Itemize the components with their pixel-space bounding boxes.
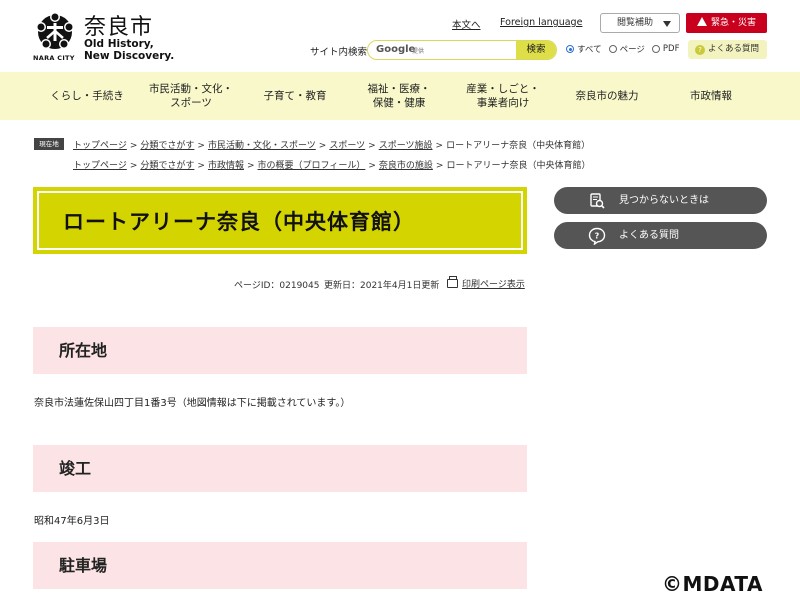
- radio-all-label: すべて: [577, 45, 602, 55]
- nav-item-city-admin[interactable]: 市政情報: [659, 72, 763, 120]
- breadcrumb: トップページ > 分類でさがす > 市政情報 > 市の概要（プロフィール） > 奈良市の施設 > ロ…: [73, 158, 590, 171]
- question-icon: ?: [695, 45, 705, 55]
- section-heading-parking: 駐車場: [33, 542, 527, 589]
- browsing-assist-label: 閲覧補助: [617, 18, 654, 28]
- breadcrumb-link[interactable]: 奈良市の施設: [379, 161, 433, 171]
- breadcrumb-link[interactable]: 市政情報: [208, 161, 244, 171]
- breadcrumb-sep: >: [318, 141, 327, 151]
- breadcrumb-sep: >: [129, 141, 138, 151]
- breadcrumb-sep: >: [197, 161, 205, 171]
- breadcrumb-sep: >: [435, 161, 444, 171]
- section-heading-completion: 竣工: [33, 445, 527, 492]
- logo-city-text: NARA CITY: [33, 54, 75, 62]
- search-button[interactable]: 検索: [516, 41, 556, 59]
- breadcrumb-link[interactable]: 分類でさがす: [140, 141, 194, 151]
- radio-all[interactable]: すべて: [566, 43, 602, 55]
- breadcrumb-link[interactable]: トップページ: [73, 141, 127, 151]
- location-text: 奈良市法蓮佐保山四丁目1番3号（地図情報は下に掲載されています。）: [34, 398, 351, 409]
- logo-tagline-2: New Discovery.: [84, 50, 175, 62]
- radio-all-dot[interactable]: [566, 45, 574, 53]
- logo-name[interactable]: 奈良市: [84, 9, 153, 41]
- breadcrumb-sep: >: [129, 161, 138, 171]
- skip-to-content-link[interactable]: 本文へ: [452, 17, 481, 31]
- foreign-language-link[interactable]: Foreign language: [500, 17, 582, 28]
- breadcrumb-sep: >: [368, 141, 376, 151]
- faq-header-label: よくある質問: [708, 44, 760, 54]
- logo-tagline-1: Old History,: [84, 38, 154, 50]
- updated-date: 更新日：2021年4月1日更新: [324, 281, 440, 291]
- google-provided-text: 提供: [412, 48, 425, 55]
- faq-header-button[interactable]: ? よくある質問: [688, 40, 767, 59]
- breadcrumb-current: ロートアリーナ奈良（中央体育館）: [446, 161, 591, 171]
- breadcrumb-sep: >: [368, 161, 376, 171]
- page-title: ロートアリーナ奈良（中央体育館）: [63, 209, 415, 234]
- nav-item-nara-charm[interactable]: 奈良市の魅力: [555, 72, 659, 120]
- radio-page-label: ページ: [619, 45, 645, 55]
- breadcrumb-current: ロートアリーナ奈良（中央体育館）: [446, 141, 591, 151]
- current-location-tag: 現在地: [34, 138, 64, 150]
- breadcrumb-link[interactable]: 分類でさがす: [140, 161, 194, 171]
- breadcrumb-link[interactable]: トップページ: [73, 161, 127, 171]
- breadcrumb-link[interactable]: 市民活動・文化・スポーツ: [208, 141, 316, 151]
- page-id: ページID：0219045: [234, 281, 320, 291]
- emergency-label: 緊急・災害: [710, 18, 756, 28]
- browsing-assist-dropdown[interactable]: 閲覧補助: [600, 13, 680, 33]
- radio-pdf[interactable]: PDF: [651, 43, 680, 55]
- google-logo-text: Google: [376, 44, 416, 55]
- radio-page[interactable]: ページ: [608, 43, 645, 55]
- nav-item-welfare-health[interactable]: 福祉・医療・ 保健・健康: [347, 72, 451, 120]
- breadcrumb-sep: >: [435, 141, 444, 151]
- search-input[interactable]: Google 提供 検索: [367, 40, 557, 60]
- nav-item-childcare-education[interactable]: 子育て・教育: [243, 72, 347, 120]
- question-bubble-icon: ?: [588, 227, 606, 245]
- breadcrumb-sep: >: [246, 161, 255, 171]
- site-search-label: サイト内検索: [310, 47, 368, 58]
- breadcrumb-sep: >: [197, 141, 205, 151]
- warning-icon: [696, 17, 707, 26]
- completion-text: 昭和47年6月3日: [34, 516, 110, 527]
- page-title-box: ロートアリーナ奈良（中央体育館）: [33, 187, 527, 254]
- nav-item-civic-culture-sports[interactable]: 市民活動・文化・ スポーツ: [139, 72, 243, 120]
- radio-pdf-label: PDF: [662, 44, 680, 54]
- print-page-link[interactable]: 印刷ページ表示: [447, 276, 525, 290]
- breadcrumb-link[interactable]: スポーツ: [329, 141, 365, 151]
- faq-sidebar-button[interactable]: ? よくある質問: [554, 222, 767, 249]
- emergency-disaster-button[interactable]: 緊急・災害: [686, 13, 767, 33]
- breadcrumb: トップページ > 分類でさがす > 市民活動・文化・スポーツ > スポーツ > スポーツ施設 > ロ…: [73, 138, 590, 151]
- breadcrumb-link[interactable]: スポーツ施設: [379, 141, 433, 151]
- search-scope-radios: すべて ページ PDF: [566, 43, 679, 55]
- section-heading-location: 所在地: [33, 327, 527, 374]
- radio-page-dot[interactable]: [608, 45, 617, 53]
- document-search-icon: [590, 193, 605, 209]
- radio-pdf-dot[interactable]: [651, 45, 660, 53]
- breadcrumb-link[interactable]: 市の概要（プロフィール）: [258, 161, 366, 171]
- faq-sidebar-label: よくある質問: [619, 230, 679, 241]
- svg-text:?: ?: [595, 232, 600, 241]
- not-found-label: 見つからないときは: [619, 195, 709, 206]
- dropdown-triangle-icon: [663, 21, 671, 27]
- nav-item-living[interactable]: くらし・手続き: [35, 72, 139, 120]
- page-title-inner: ロートアリーナ奈良（中央体育館）: [37, 191, 523, 250]
- printer-icon: [447, 276, 458, 288]
- print-page-label[interactable]: 印刷ページ表示: [462, 280, 525, 290]
- not-found-button[interactable]: 見つからないときは: [554, 187, 767, 214]
- nav-item-industry-business[interactable]: 産業・しごと・ 事業者向け: [451, 72, 555, 120]
- site-header: NARA CITY 奈良市 Old History, New Discovery…: [0, 0, 800, 72]
- copyright-watermark: ©MDATA: [662, 572, 763, 596]
- global-nav: くらし・手続き 市民活動・文化・ スポーツ 子育て・教育 福祉・医療・ 保健・健…: [0, 72, 800, 120]
